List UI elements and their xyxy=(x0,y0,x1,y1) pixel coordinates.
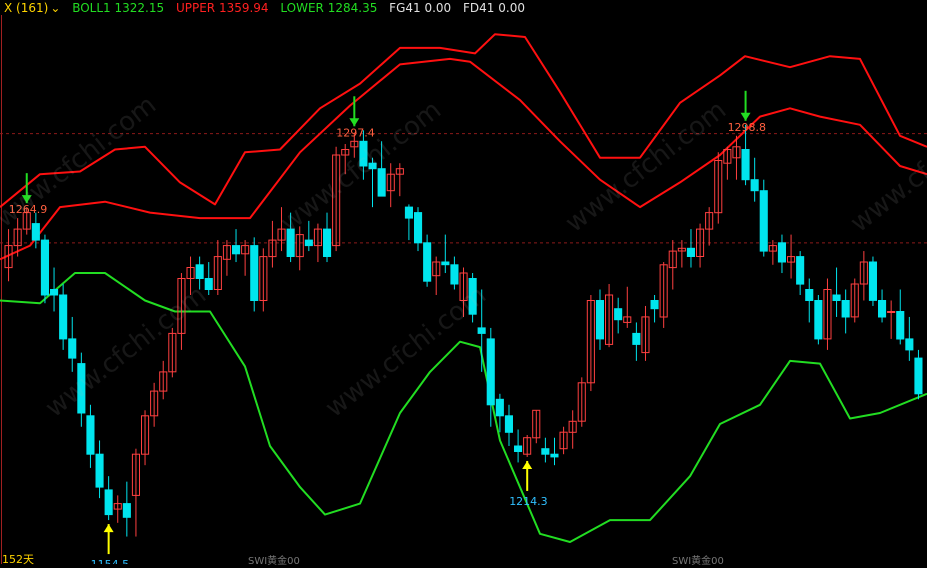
candle-down xyxy=(495,398,504,417)
down-arrow-icon xyxy=(740,112,751,121)
candle-down xyxy=(122,503,131,518)
candle-down xyxy=(450,264,459,285)
high-price-label: 1298.8 xyxy=(728,121,767,134)
candle-down xyxy=(805,289,814,301)
boll-mid-line xyxy=(0,57,927,261)
candle-down xyxy=(195,264,204,279)
upper-value: UPPER 1359.94 xyxy=(175,1,269,15)
candle-up xyxy=(887,311,896,313)
candle-down xyxy=(204,278,213,290)
candle-down xyxy=(323,228,332,258)
indicator-header: X (161) ⌄ BOLL1 1322.15 UPPER 1359.94 LOW… xyxy=(4,1,533,15)
candle-down xyxy=(832,294,841,301)
candle-down xyxy=(777,242,787,263)
candle-down xyxy=(31,223,40,241)
candle-down xyxy=(896,311,905,340)
candle-down xyxy=(50,289,59,296)
candle-down xyxy=(423,242,432,282)
down-arrow-icon xyxy=(349,118,360,127)
fd-value: FD41 0.00 xyxy=(463,1,525,15)
fg-value: FG41 0.00 xyxy=(389,1,452,15)
candle-down xyxy=(68,338,77,359)
candle-down xyxy=(686,247,696,258)
dropdown-chevron-icon[interactable]: ⌄ xyxy=(50,1,60,15)
candle-down xyxy=(232,245,241,255)
candle-down xyxy=(741,149,750,181)
indicator-title[interactable]: X (161) xyxy=(4,1,48,15)
high-price-label: 1297.4 xyxy=(336,126,375,139)
candle-down xyxy=(377,168,386,197)
low-price-label: 1214.3 xyxy=(509,495,548,508)
candle-down xyxy=(550,453,559,458)
candle-down xyxy=(905,338,914,351)
candle-down xyxy=(404,206,413,219)
candle-down xyxy=(104,489,113,516)
candle-down xyxy=(514,445,523,452)
candle-down xyxy=(614,308,623,321)
footer-left-label: 152天 xyxy=(2,553,34,566)
candle-down xyxy=(914,357,923,395)
candle-down xyxy=(541,448,550,455)
candlestick-chart: 1264.91297.41298.81214.31154.5 xyxy=(0,15,927,564)
candle-down xyxy=(95,453,104,488)
candle-down xyxy=(814,300,823,340)
up-arrow-icon xyxy=(522,460,533,469)
candle-down xyxy=(632,332,641,345)
candle-down xyxy=(40,239,50,296)
candle-down xyxy=(750,179,759,192)
candle-down xyxy=(414,212,423,244)
candle-down xyxy=(477,327,486,334)
candle-down xyxy=(486,338,495,406)
lower-value: LOWER 1284.35 xyxy=(280,1,378,15)
candle-down xyxy=(868,261,878,301)
candle-down xyxy=(504,415,513,433)
candle-down xyxy=(59,294,68,340)
candle-down xyxy=(441,261,450,266)
low-price-label: 1154.5 xyxy=(91,558,130,564)
candle-down xyxy=(759,190,768,252)
boll-value: BOLL1 1322.15 xyxy=(72,1,165,15)
footer-series-label: SWI黄金00 xyxy=(672,556,724,567)
candle-down xyxy=(250,245,259,302)
candle-down xyxy=(878,300,887,318)
candle-down xyxy=(304,239,313,247)
candle-down xyxy=(650,300,659,310)
candle-down xyxy=(841,300,850,318)
candle-down xyxy=(86,415,95,455)
candle-down xyxy=(595,300,605,340)
candle-down xyxy=(796,256,805,285)
footer-series-label: SWI黄金00 xyxy=(248,556,300,567)
up-arrow-icon xyxy=(103,524,114,533)
